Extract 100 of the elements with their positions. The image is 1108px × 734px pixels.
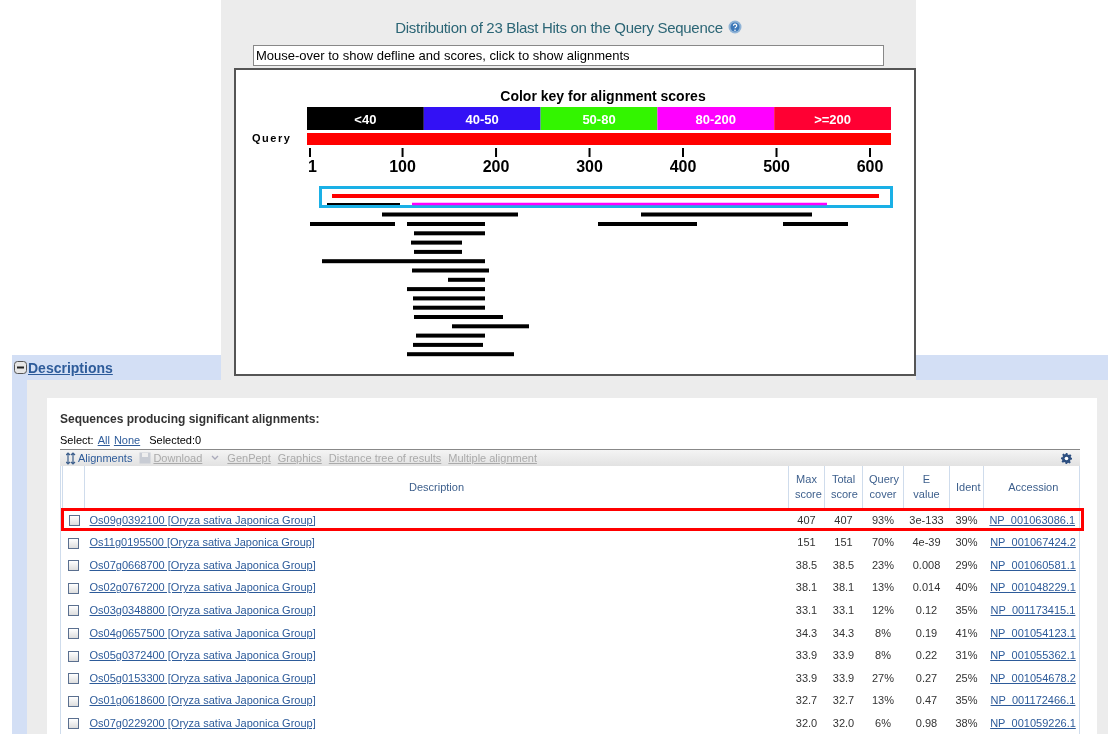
table-cell: 34.3	[795, 626, 818, 639]
select-link[interactable]: All	[97, 434, 110, 446]
row-checkbox[interactable]	[68, 695, 79, 707]
query-label: Query	[252, 132, 292, 144]
description-link[interactable]: Os05g0153300 [Oryza sativa Japonica Group]	[89, 671, 316, 684]
accession-link[interactable]: NP_001067424.2	[990, 536, 1076, 549]
table-cell: 0.98	[915, 717, 938, 730]
table-cell: 32.0	[832, 717, 855, 730]
accession-link[interactable]: NP_001054123.1	[990, 626, 1076, 639]
sort-icon	[66, 451, 76, 465]
column-header[interactable]: Max score	[788, 466, 825, 510]
select-link[interactable]: None	[113, 434, 141, 446]
help-icon[interactable]	[727, 20, 742, 34]
color-key-title: Color key for alignment scores	[500, 88, 706, 104]
table-cell: 8%	[875, 649, 891, 662]
accession-link[interactable]: NP_001059226.1	[990, 717, 1076, 730]
row-checkbox[interactable]	[68, 718, 79, 730]
accession-link[interactable]: NP_001060581.1	[990, 558, 1076, 571]
table-cell: 4e-39	[912, 536, 941, 549]
column-header[interactable]: Description	[84, 466, 789, 510]
description-link[interactable]: Os11g0195500 [Oryza sativa Japonica Group]	[89, 536, 315, 549]
column-header[interactable]: Ident	[949, 466, 984, 510]
table-cell: 151	[834, 536, 853, 549]
table-cell: 93%	[872, 513, 894, 526]
collapse-icon[interactable]	[14, 361, 27, 374]
table-cell: 27%	[872, 671, 894, 684]
table-cell: 29%	[955, 558, 978, 571]
table-cell: 39%	[955, 513, 978, 526]
axis-label: 200	[482, 158, 510, 175]
info-box: Mouse-over to show defline and scores, click to show alignments	[253, 45, 884, 66]
accession-link[interactable]: NP_001173415.1	[990, 604, 1076, 617]
column-header[interactable]: E value	[903, 466, 950, 510]
table-cell: 33.1	[832, 604, 855, 617]
row-checkbox[interactable]	[68, 673, 79, 685]
table-cell: 32.7	[832, 694, 855, 707]
color-key-label: 80-200	[695, 112, 737, 127]
axis-label: 100	[389, 158, 416, 175]
color-key-label: >=200	[814, 112, 852, 127]
table-cell: 0.008	[912, 558, 941, 571]
row-checkbox[interactable]	[68, 627, 79, 639]
table-cell: 70%	[872, 536, 894, 549]
table-cell: 0.22	[915, 649, 938, 662]
color-key-label: <40	[354, 112, 377, 127]
description-link[interactable]: Os07g0668700 [Oryza sativa Japonica Group]	[89, 558, 316, 571]
table-cell: 0.27	[915, 671, 938, 684]
accession-link[interactable]: NP_001054678.2	[990, 671, 1076, 684]
color-key-label: 50-80	[582, 112, 616, 127]
descriptions-link[interactable]: Descriptions	[28, 359, 113, 376]
table-cell: 33.1	[795, 604, 818, 617]
settings-icon[interactable]	[1061, 453, 1072, 464]
table-cell: 30%	[955, 536, 978, 549]
table-cell: 32.0	[795, 717, 818, 730]
description-link[interactable]: Os03g0348800 [Oryza sativa Japonica Group]	[89, 604, 316, 617]
table-cell: 12%	[872, 604, 894, 617]
accession-link[interactable]: NP_001055362.1	[990, 649, 1076, 662]
accession-link[interactable]: NP_001048229.1	[990, 581, 1076, 594]
row-checkbox[interactable]	[68, 560, 79, 572]
alignment-hits-drawing[interactable]	[310, 194, 879, 357]
description-link[interactable]: Os09g0392100 [Oryza sativa Japonica Group]	[89, 513, 316, 526]
caret-icon	[210, 454, 221, 462]
selected-count: Selected:0	[149, 434, 202, 446]
column-header[interactable]: Accession	[983, 466, 1083, 510]
table-cell: 33.9	[832, 671, 855, 684]
table-cell: 35%	[955, 694, 978, 707]
row-checkbox[interactable]	[68, 537, 79, 549]
axis-label: 400	[669, 158, 697, 175]
table-cell: 23%	[872, 558, 894, 571]
row-checkbox[interactable]	[68, 582, 79, 594]
table-cell: 40%	[955, 581, 978, 594]
table-cell: 6%	[875, 717, 891, 730]
save-icon	[139, 452, 152, 464]
table-cell: 0.47	[915, 694, 938, 707]
table-cell: 31%	[955, 649, 978, 662]
table-cell: 407	[797, 513, 816, 526]
table-cell: 32.7	[795, 694, 818, 707]
table-cell: 38.1	[832, 581, 855, 594]
column-header[interactable]: Total score	[824, 466, 863, 510]
description-link[interactable]: Os01g0618600 [Oryza sativa Japonica Group]	[89, 694, 316, 707]
row-checkbox[interactable]	[68, 605, 79, 617]
row-checkbox[interactable]	[68, 514, 80, 526]
table-cell: 33.9	[795, 649, 818, 662]
axis-label: 1	[308, 158, 317, 175]
toolbar-link[interactable]: Alignments	[66, 451, 133, 465]
row-checkbox[interactable]	[68, 650, 79, 662]
accession-link[interactable]: NP_001172466.1	[990, 694, 1076, 707]
table-cell: 38.5	[795, 558, 818, 571]
table-cell: 0.19	[915, 626, 938, 639]
section-heading: Sequences producing significant alignments:	[60, 412, 321, 428]
table-cell: 8%	[875, 626, 891, 639]
description-link[interactable]: Os02g0767200 [Oryza sativa Japonica Group]	[89, 581, 316, 594]
table-cell: 0.12	[915, 604, 938, 617]
table-cell: 13%	[872, 581, 894, 594]
table-cell: 35%	[955, 604, 978, 617]
description-link[interactable]: Os04g0657500 [Oryza sativa Japonica Group]	[89, 626, 316, 639]
column-header[interactable]: Query cover	[862, 466, 904, 510]
table-cell: 151	[797, 536, 816, 549]
description-link[interactable]: Os05g0372400 [Oryza sativa Japonica Group]	[89, 649, 316, 662]
table-cell: 38%	[955, 717, 978, 730]
description-link[interactable]: Os07g0229200 [Oryza sativa Japonica Group]	[89, 717, 316, 730]
axis-label: 300	[576, 158, 603, 175]
